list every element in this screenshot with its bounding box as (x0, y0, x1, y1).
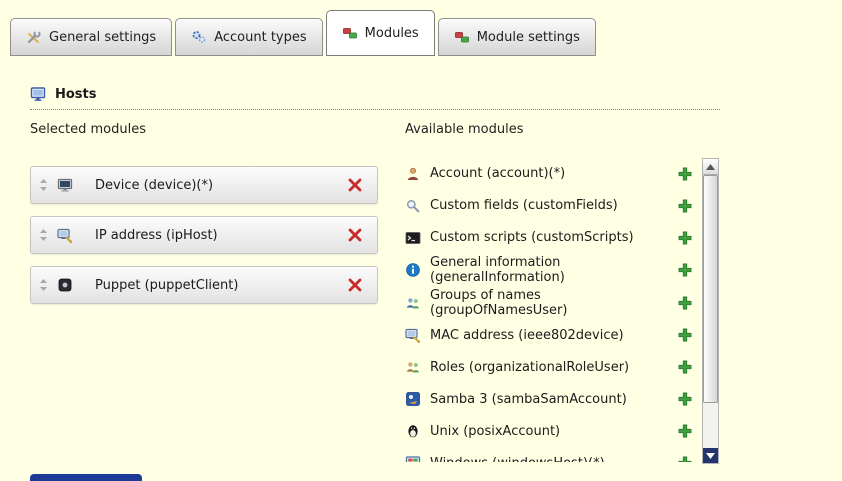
tab-label: General settings (49, 30, 156, 45)
add-module-button[interactable] (677, 391, 693, 407)
available-module-row: Custom fields (customFields) (405, 190, 723, 222)
add-module-button[interactable] (677, 166, 693, 182)
device-icon (57, 177, 73, 193)
available-module-row: Roles (organizationalRoleUser) (405, 351, 723, 383)
add-module-button[interactable] (677, 230, 693, 246)
hosts-section-header: Hosts (30, 86, 720, 110)
scroll-up-button[interactable] (703, 159, 718, 175)
magnifier-icon (405, 198, 421, 214)
selected-modules-panel: Selected modules Device (device)(*) IP a… (30, 122, 378, 316)
tab-label: Account types (214, 30, 306, 45)
selected-modules-heading: Selected modules (30, 122, 378, 138)
add-module-button[interactable] (677, 455, 693, 462)
selected-module-row[interactable]: Device (device)(*) (30, 166, 378, 204)
available-module-label: Custom fields (customFields) (430, 198, 655, 213)
remove-module-button[interactable] (347, 277, 363, 293)
available-module-row: Custom scripts (customScripts) (405, 222, 723, 254)
available-module-label: MAC address (ieee802device) (430, 328, 655, 343)
add-module-button[interactable] (677, 327, 693, 343)
info-icon (405, 262, 421, 278)
available-module-label: General information (generalInformation) (430, 255, 655, 286)
available-module-label: Account (account)(*) (430, 166, 655, 181)
tab-modules[interactable]: Modules (326, 10, 435, 56)
available-module-label: Custom scripts (customScripts) (430, 230, 655, 245)
available-module-row: Account (account)(*) (405, 158, 723, 190)
tab-general-settings[interactable]: General settings (10, 18, 172, 56)
windows-icon (405, 455, 421, 462)
gears-icon (191, 29, 207, 45)
available-module-label: Groups of names (groupOfNamesUser) (430, 288, 655, 319)
available-module-row: Samba 3 (sambaSamAccount) (405, 383, 723, 415)
bottom-blue-bar[interactable] (30, 474, 142, 481)
available-module-label: Unix (posixAccount) (430, 424, 655, 439)
scroll-down-button[interactable] (703, 448, 718, 463)
add-module-button[interactable] (677, 295, 693, 311)
puppet-icon (57, 277, 73, 293)
available-module-label: Roles (organizationalRoleUser) (430, 360, 655, 375)
samba-icon (405, 391, 421, 407)
tab-label: Modules (365, 26, 419, 41)
available-module-row: Groups of names (groupOfNamesUser) (405, 287, 723, 320)
add-module-button[interactable] (677, 359, 693, 375)
tab-account-types[interactable]: Account types (175, 18, 322, 56)
person-icon (405, 166, 421, 182)
group-icon (405, 359, 421, 375)
tab-label: Module settings (477, 30, 580, 45)
computer-wrench-icon (57, 227, 73, 243)
tab-bar: General settings Account types Modules M… (10, 10, 596, 56)
scrollbar[interactable] (702, 158, 719, 464)
selected-module-row[interactable]: IP address (ipHost) (30, 216, 378, 254)
group-icon (405, 295, 421, 311)
available-module-row: Unix (posixAccount) (405, 415, 723, 447)
tools-icon (26, 29, 42, 45)
bricks-icon (342, 25, 358, 41)
selected-module-label: Puppet (puppetClient) (95, 278, 238, 293)
available-module-row: General information (generalInformation) (405, 254, 723, 287)
selected-module-label: IP address (ipHost) (95, 228, 218, 243)
terminal-icon (405, 230, 421, 246)
available-module-label: Samba 3 (sambaSamAccount) (430, 392, 655, 407)
drag-handle-icon[interactable] (39, 178, 48, 192)
lam-configuration-page: General settings Account types Modules M… (0, 0, 842, 481)
remove-module-button[interactable] (347, 177, 363, 193)
selected-module-row[interactable]: Puppet (puppetClient) (30, 266, 378, 304)
drag-handle-icon[interactable] (39, 278, 48, 292)
drag-handle-icon[interactable] (39, 228, 48, 242)
available-modules-heading: Available modules (405, 122, 723, 138)
available-module-row: Windows (windowsHost)(*) (405, 447, 723, 462)
bricks-icon (454, 29, 470, 45)
selected-module-label: Device (device)(*) (95, 178, 213, 193)
add-module-button[interactable] (677, 423, 693, 439)
add-module-button[interactable] (677, 262, 693, 278)
available-module-row: MAC address (ieee802device) (405, 319, 723, 351)
section-title: Hosts (55, 87, 97, 102)
add-module-button[interactable] (677, 198, 693, 214)
penguin-icon (405, 423, 421, 439)
available-module-label: Windows (windowsHost)(*) (430, 456, 655, 462)
available-modules-list: Account (account)(*) Custom fields (cust… (405, 158, 723, 462)
available-modules-panel: Available modules Account (account)(*) C… (405, 122, 723, 462)
computer-wrench-icon (405, 327, 421, 343)
scrollbar-thumb[interactable] (703, 175, 718, 403)
tab-module-settings[interactable]: Module settings (438, 18, 596, 56)
monitor-icon (30, 86, 46, 102)
remove-module-button[interactable] (347, 227, 363, 243)
